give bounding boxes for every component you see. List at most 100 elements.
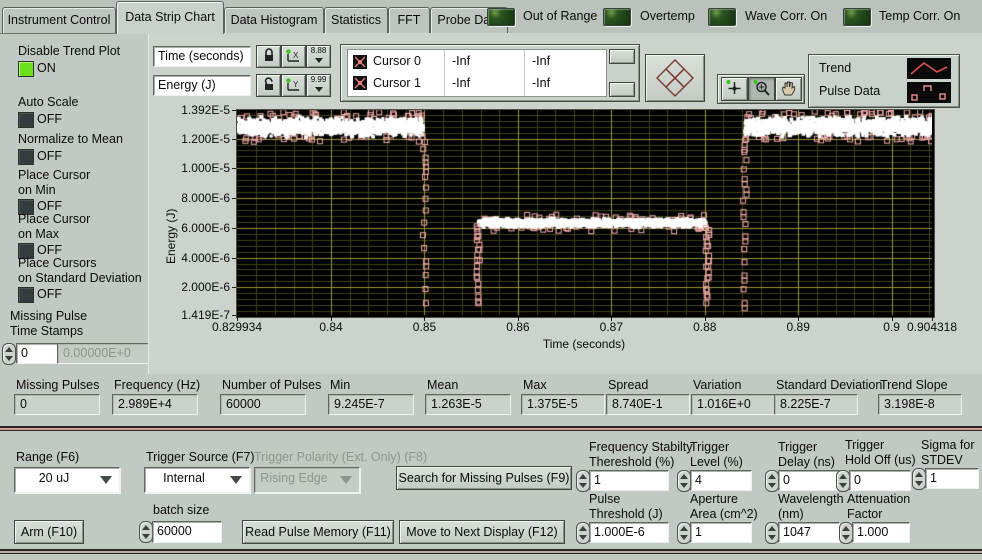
x-tick-mark [237,317,238,321]
svg-text:Y: Y [293,80,299,89]
x-tick-label: 0.88 [693,320,716,334]
auto-scale-toggle[interactable] [18,112,34,128]
y-tick-mark [232,110,236,111]
search-missing-pulses-button[interactable]: Search for Missing Pulses (F9) [396,466,572,490]
trigger-level-stepper[interactable] [677,470,691,492]
cursor-tool-button[interactable] [721,77,748,101]
y-format-button[interactable]: 9.99 [306,74,331,97]
missing-pulse-label2: Time Stamps [10,324,83,338]
x-tick-mark [798,317,799,321]
y-autoscale-button[interactable]: Y [281,74,306,97]
sigma-stepper[interactable] [912,468,926,490]
pulse-threshold-label1: Pulse [589,492,620,506]
trigger-delay-field[interactable]: 0 [778,470,840,491]
trigger-holdoff-stepper[interactable] [836,470,850,492]
attenuation-field[interactable]: 1.000 [852,522,910,543]
read-pulse-memory-button[interactable]: Read Pulse Memory (F11) [242,520,394,544]
range-dropdown[interactable]: 20 uJ [14,467,120,493]
x-tick-label: 0.829934 [212,320,262,334]
x-scale-lock-button[interactable] [256,45,281,68]
x-autoscale-button[interactable]: X [281,45,306,68]
number-of-pulses-label: Number of Pulses [222,378,321,392]
wavelength-field[interactable]: 1047 [778,522,840,543]
missing-pulses-label: Missing Pulses [16,378,99,392]
freq-stab-field[interactable]: 1 [589,470,669,491]
freq-stab-stepper[interactable] [576,470,590,492]
x-axis-name-field[interactable]: Time (seconds) [153,46,251,67]
aperture-label1: Aperture [690,492,738,506]
trigger-holdoff-field[interactable]: 0 [849,470,911,491]
range-label: Range (F6) [16,450,79,464]
aperture-label2: Area (cm^2) [690,507,758,521]
zoom-tool-button[interactable] [748,77,775,101]
x-autoscale-icon: X [285,48,302,64]
tab-label: Statistics [331,13,381,27]
arm-button[interactable]: Arm (F10) [14,520,84,544]
tab-fft[interactable]: FFT [388,7,430,33]
place-cursor-max-label2: on Max [18,227,59,241]
strip-chart-canvas[interactable] [237,110,932,315]
cursor-y-value: -Inf [532,54,550,68]
trend-line-icon [907,58,951,79]
variation-value: 1.016E+0 [691,394,775,415]
move-next-display-button[interactable]: Move to Next Display (F12) [399,520,565,544]
disable-trend-plot-toggle[interactable] [18,61,34,77]
sigma-field[interactable]: 1 [925,468,979,489]
y-tick-mark [232,168,236,169]
tab-data-histogram[interactable]: Data Histogram [224,7,324,33]
crosshair-tool-icon [725,79,744,97]
trend-slope-value: 3.198E-8 [878,394,962,415]
y-tick-label: 8.000E-6 [164,191,230,205]
x-tick-mark [331,317,332,321]
trigger-level-field[interactable]: 4 [690,470,752,491]
diamond-nav-icon [655,58,695,98]
x-format-button[interactable]: 8.88 [306,45,331,68]
y-tick-mark [232,139,236,140]
trigger-polarity-label: Trigger Polarity (Ext. Only) (F8) [254,450,427,464]
instrument-panel: Instrument Control Data Strip Chart Data… [0,0,982,560]
y-tick-label: 6.000E-6 [164,221,230,235]
aperture-field[interactable]: 1 [690,522,752,543]
wavelength-label2: (nm) [778,507,804,521]
tab-instrument-control[interactable]: Instrument Control [2,7,116,33]
pulse-threshold-field[interactable]: 1.000E-6 [589,522,669,543]
place-cursors-stdev-label2: on Standard Deviation [18,271,142,285]
plot-area[interactable] [236,109,935,318]
x-tick-label: 0.87 [600,320,623,334]
chevron-down-icon [230,476,242,484]
bottom-divider [0,549,982,554]
pan-tool-button[interactable] [775,77,802,101]
cursor-scroll-down-button[interactable] [609,82,635,97]
x-tick-label: 0.85 [413,320,436,334]
missing-pulse-index-field[interactable]: 0 [16,343,58,364]
tab-statistics[interactable]: Statistics [324,7,388,33]
place-cursor-min-label1: Place Cursor [18,168,90,182]
overtemp-label: Overtemp [640,9,695,23]
wave-corr-label: Wave Corr. On [745,9,827,23]
missing-pulse-index-stepper[interactable] [2,343,16,365]
normalize-to-mean-state: OFF [37,149,62,163]
batch-size-field[interactable]: 60000 [152,521,222,543]
number-of-pulses-value: 60000 [220,394,306,415]
aperture-stepper[interactable] [677,522,691,544]
y-scale-lock-button[interactable] [256,74,281,97]
tab-data-strip-chart[interactable]: Data Strip Chart [116,1,224,34]
pulse-threshold-stepper[interactable] [576,522,590,544]
column-divider [524,50,525,96]
cursor-x-value: -Inf [452,76,470,90]
x-format-label: 8.88 [311,46,327,55]
wave-corr-led-icon [708,8,736,26]
trigger-delay-stepper[interactable] [765,470,779,492]
place-cursors-stdev-toggle[interactable] [18,287,34,303]
tab-bar: Instrument Control Data Strip Chart Data… [0,0,982,34]
x-tick-mark [424,317,425,321]
trigger-delay-label2: Delay (ns) [778,455,835,469]
y-axis-name-field[interactable]: Energy (J) [153,75,251,96]
cursor-mover-button[interactable] [645,54,705,102]
cursor-scroll-up-button[interactable] [609,49,635,64]
wavelength-stepper[interactable] [765,522,779,544]
batch-size-stepper[interactable] [139,521,153,543]
trigger-source-dropdown[interactable]: Internal [144,467,250,493]
normalize-to-mean-toggle[interactable] [18,149,34,165]
attenuation-stepper[interactable] [839,522,853,544]
